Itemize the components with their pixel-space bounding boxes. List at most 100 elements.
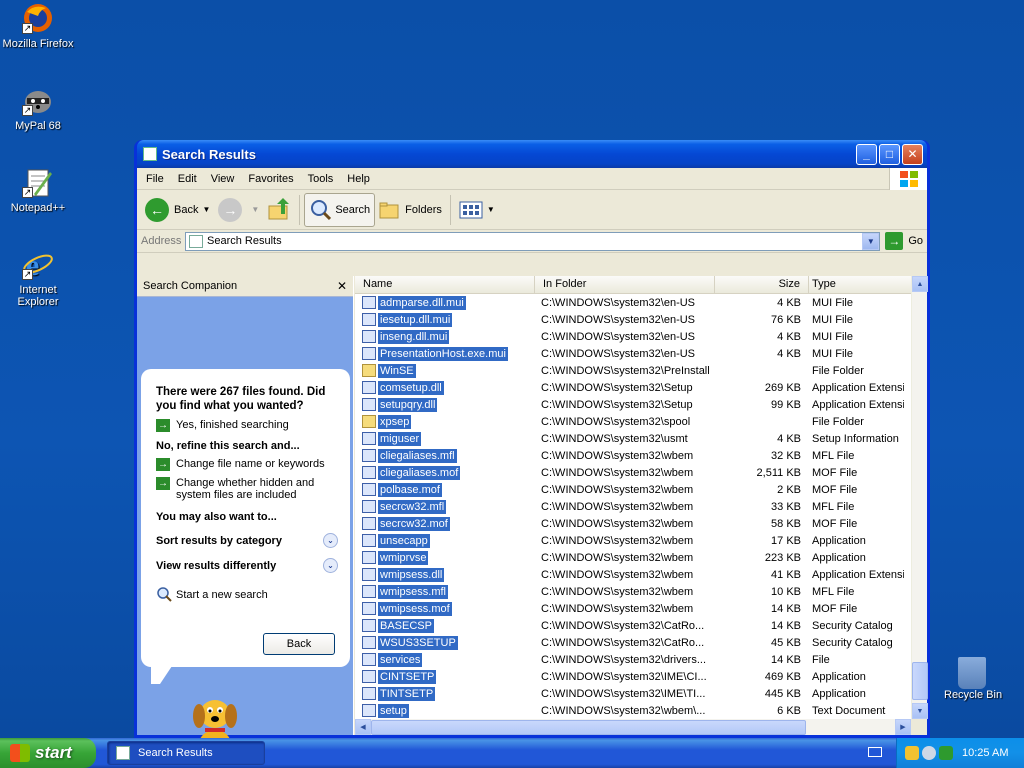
desktop-icon-notepadpp[interactable]: ↗ Notepad++ — [0, 166, 76, 214]
sort-results-link[interactable]: Sort results by category ⌄ — [156, 533, 338, 548]
table-row[interactable]: WSUS3SETUP C:\WINDOWS\system32\CatRo... 45… — [355, 634, 911, 651]
chevron-down-icon[interactable]: ⌄ — [323, 558, 338, 573]
table-row[interactable]: wmipsess.mof C:\WINDOWS\system32\wbem 14 K… — [355, 600, 911, 617]
row-name-cell[interactable]: setup — [355, 703, 535, 718]
table-row[interactable]: polbase.mof C:\WINDOWS\system32\wbem 2 KB M… — [355, 481, 911, 498]
minimize-button[interactable]: _ — [856, 143, 877, 165]
maximize-button[interactable]: □ — [879, 143, 900, 165]
menu-file[interactable]: File — [139, 171, 171, 187]
table-row[interactable]: miguser C:\WINDOWS\system32\usmt 4 KB Setup… — [355, 430, 911, 447]
row-name-cell[interactable]: cliegaliases.mfl — [355, 448, 535, 463]
row-name-cell[interactable]: xpsep — [355, 414, 535, 429]
row-name-cell[interactable]: admparse.dll.mui — [355, 295, 535, 310]
address-dropdown-icon[interactable]: ▼ — [862, 232, 880, 250]
taskbar-button-search-results[interactable]: Search Results — [107, 741, 265, 765]
table-row[interactable]: wmiprvse C:\WINDOWS\system32\wbem 223 KB Ap… — [355, 549, 911, 566]
row-name-cell[interactable]: iesetup.dll.mui — [355, 312, 535, 327]
title-bar[interactable]: Search Results _ □ ✕ — [137, 140, 927, 168]
table-row[interactable]: xpsep C:\WINDOWS\system32\spool File Folde… — [355, 413, 911, 430]
row-name-cell[interactable]: wmipsess.mfl — [355, 584, 535, 599]
table-row[interactable]: wmipsess.dll C:\WINDOWS\system32\wbem 41 K… — [355, 566, 911, 583]
menu-favorites[interactable]: Favorites — [241, 171, 300, 187]
clock[interactable]: 10:25 AM — [962, 747, 1008, 759]
row-name-cell[interactable]: WinSE — [355, 363, 535, 378]
change-hidden-link[interactable]: → Change whether hidden and system files… — [156, 477, 338, 501]
table-row[interactable]: cliegaliases.mof C:\WINDOWS\system32\wbem… — [355, 464, 911, 481]
menu-tools[interactable]: Tools — [301, 171, 341, 187]
desktop-icon-ie[interactable]: e ↗ Internet Explorer — [0, 248, 76, 308]
network-icon[interactable] — [939, 746, 953, 760]
vertical-scrollbar[interactable]: ▲ ▼ — [911, 276, 928, 719]
new-search-link[interactable]: Start a new search — [156, 587, 338, 603]
forward-button[interactable]: → ▼ — [214, 193, 263, 227]
row-name-cell[interactable]: cliegaliases.mof — [355, 465, 535, 480]
row-name-cell[interactable]: secrcw32.mfl — [355, 499, 535, 514]
up-folder-button[interactable] — [263, 193, 295, 227]
horizontal-scrollbar[interactable]: ◀ ▶ — [355, 719, 911, 735]
table-row[interactable]: setupqry.dll C:\WINDOWS\system32\Setup 99 … — [355, 396, 911, 413]
table-row[interactable]: services C:\WINDOWS\system32\drivers... 14… — [355, 651, 911, 668]
desktop-icon-mypal[interactable]: ↗ MyPal 68 — [0, 84, 76, 132]
address-input[interactable]: Search Results ▼ — [185, 231, 881, 251]
column-header-size[interactable]: Size — [715, 276, 809, 293]
table-row[interactable]: admparse.dll.mui C:\WINDOWS\system32\en-U… — [355, 294, 911, 311]
start-button[interactable]: start — [0, 738, 96, 768]
row-name-cell[interactable]: BASECSP — [355, 618, 535, 633]
row-name-cell[interactable]: wmipsess.dll — [355, 567, 535, 582]
row-name-cell[interactable]: PresentationHost.exe.mui — [355, 346, 535, 361]
table-row[interactable]: cliegaliases.mfl C:\WINDOWS\system32\wbem… — [355, 447, 911, 464]
search-button[interactable]: Search — [304, 192, 376, 227]
row-name-cell[interactable]: wmiprvse — [355, 550, 535, 565]
scroll-right-icon[interactable]: ▶ — [895, 719, 911, 735]
keyboard-icon[interactable] — [868, 747, 882, 757]
table-row[interactable]: WinSE C:\WINDOWS\system32\PreInstall File … — [355, 362, 911, 379]
back-button[interactable]: ← Back ▼ — [141, 193, 214, 227]
back-dropdown-icon[interactable]: ▼ — [202, 205, 210, 214]
row-name-cell[interactable]: secrcw32.mof — [355, 516, 535, 531]
row-name-cell[interactable]: services — [355, 652, 535, 667]
go-button[interactable]: → Go — [885, 232, 923, 250]
table-row[interactable]: secrcw32.mof C:\WINDOWS\system32\wbem 58 K… — [355, 515, 911, 532]
table-row[interactable]: TINTSETP C:\WINDOWS\system32\IME\TI... 445… — [355, 685, 911, 702]
column-header-name[interactable]: Name — [355, 276, 535, 293]
menu-view[interactable]: View — [204, 171, 242, 187]
row-name-cell[interactable]: comsetup.dll — [355, 380, 535, 395]
table-row[interactable]: inseng.dll.mui C:\WINDOWS\system32\en-US 4… — [355, 328, 911, 345]
view-results-link[interactable]: View results differently ⌄ — [156, 558, 338, 573]
companion-back-button[interactable]: Back — [263, 633, 335, 655]
row-name-cell[interactable]: polbase.mof — [355, 482, 535, 497]
yes-finished-link[interactable]: → Yes, finished searching — [156, 419, 338, 432]
menu-edit[interactable]: Edit — [171, 171, 204, 187]
desktop-icon-recycle-bin[interactable]: Recycle Bin — [944, 657, 1020, 701]
row-name-cell[interactable]: TINTSETP — [355, 686, 535, 701]
scroll-up-icon[interactable]: ▲ — [912, 276, 928, 292]
folders-button[interactable]: Folders — [375, 193, 446, 227]
views-button[interactable]: ▼ — [455, 193, 499, 227]
row-name-cell[interactable]: miguser — [355, 431, 535, 446]
column-header-in-folder[interactable]: In Folder — [535, 276, 715, 293]
table-row[interactable]: iesetup.dll.mui C:\WINDOWS\system32\en-US… — [355, 311, 911, 328]
vertical-scroll-thumb[interactable] — [912, 662, 928, 700]
column-header-type[interactable]: Type — [809, 276, 904, 293]
row-name-cell[interactable]: unsecapp — [355, 533, 535, 548]
horizontal-scroll-thumb[interactable] — [371, 719, 806, 735]
views-dropdown-icon[interactable]: ▼ — [487, 205, 495, 214]
close-button[interactable]: ✕ — [902, 143, 923, 165]
table-row[interactable]: unsecapp C:\WINDOWS\system32\wbem 17 KB App… — [355, 532, 911, 549]
menu-help[interactable]: Help — [340, 171, 377, 187]
forward-dropdown-icon[interactable]: ▼ — [251, 205, 259, 214]
table-row[interactable]: wmipsess.mfl C:\WINDOWS\system32\wbem 10 K… — [355, 583, 911, 600]
table-row[interactable]: setup C:\WINDOWS\system32\wbem\... 6 KB Tex… — [355, 702, 911, 719]
desktop-icon-firefox[interactable]: ↗ Mozilla Firefox — [0, 2, 76, 50]
row-name-cell[interactable]: wmipsess.mof — [355, 601, 535, 616]
table-row[interactable]: CINTSETP C:\WINDOWS\system32\IME\CI... 469… — [355, 668, 911, 685]
security-shield-icon[interactable] — [905, 746, 919, 760]
table-row[interactable]: secrcw32.mfl C:\WINDOWS\system32\wbem 33 K… — [355, 498, 911, 515]
chevron-down-icon[interactable]: ⌄ — [323, 533, 338, 548]
table-row[interactable]: comsetup.dll C:\WINDOWS\system32\Setup 269… — [355, 379, 911, 396]
scroll-left-icon[interactable]: ◀ — [355, 719, 371, 735]
table-row[interactable]: BASECSP C:\WINDOWS\system32\CatRo... 14 KB… — [355, 617, 911, 634]
row-name-cell[interactable]: inseng.dll.mui — [355, 329, 535, 344]
row-name-cell[interactable]: CINTSETP — [355, 669, 535, 684]
speaker-icon[interactable] — [922, 746, 936, 760]
